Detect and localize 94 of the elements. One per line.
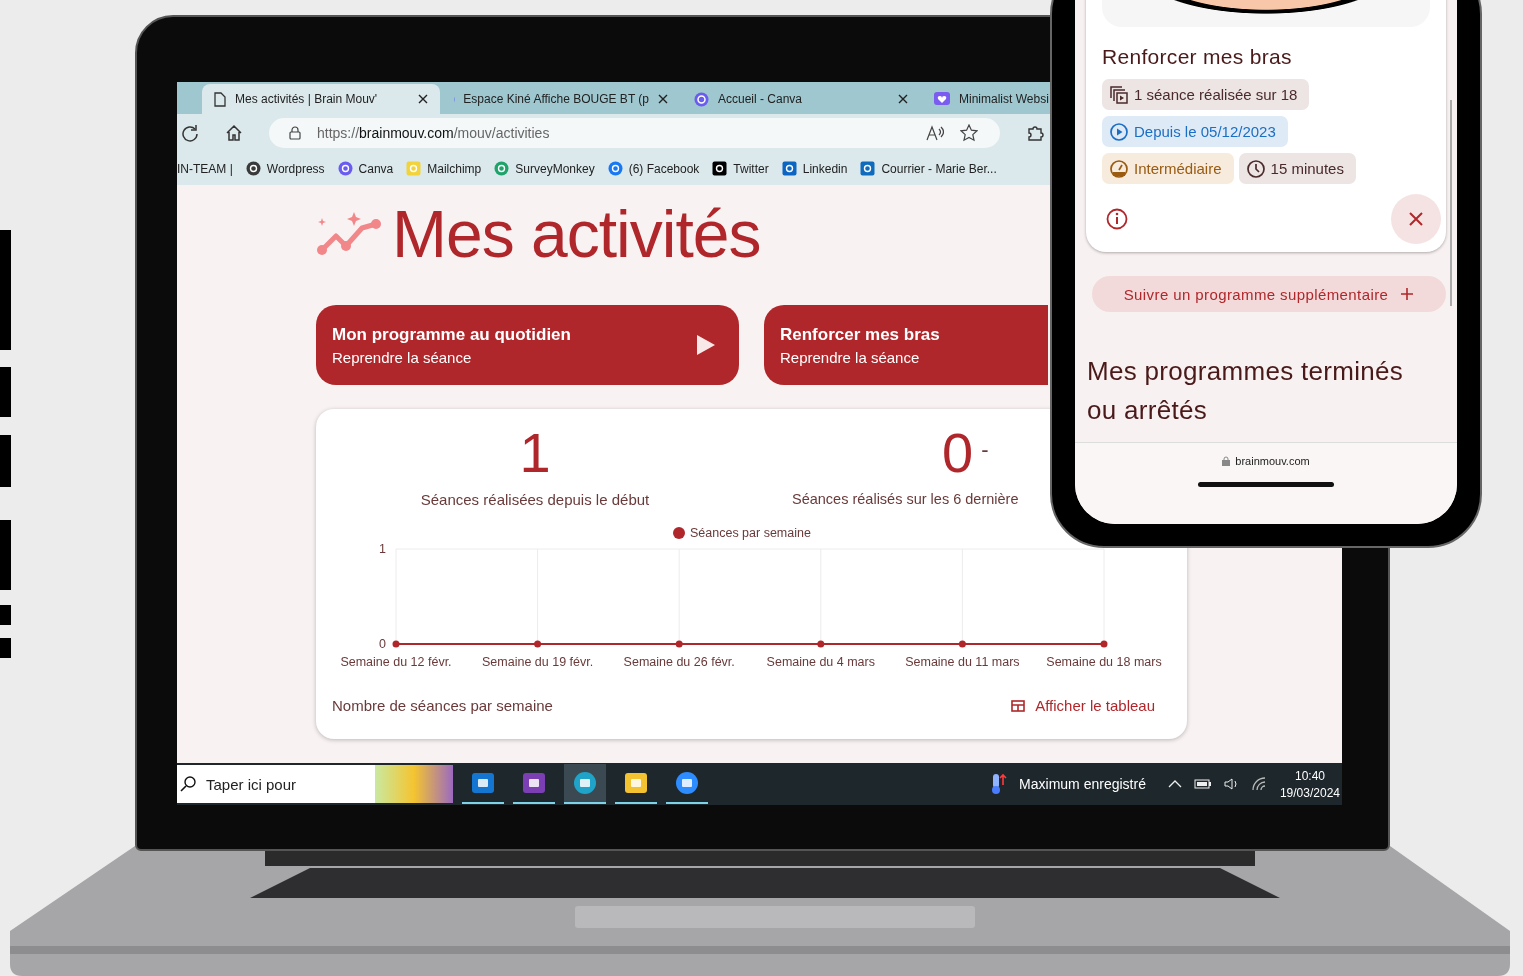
info-chip: Intermédiaire (1102, 153, 1234, 184)
bookmark-logo-icon (245, 161, 261, 176)
y-tick-label: 1 (379, 542, 386, 556)
bookmark-logo-icon (337, 161, 353, 176)
app-icon (573, 771, 597, 795)
page-title: Mes activités (392, 196, 761, 272)
table-icon (1011, 699, 1026, 712)
taskbar-app[interactable] (564, 764, 606, 804)
home-icon[interactable] (225, 124, 243, 142)
x-tick-label: Semaine du 12 févr. (340, 655, 452, 669)
info-chip: 1 séance réalisée sur 18 (1102, 79, 1310, 110)
stat-label: Séances réalisés sur les 6 dernière (792, 491, 1019, 507)
bookmark-logo-icon (494, 161, 510, 176)
speaker-icon[interactable] (1223, 777, 1240, 791)
clock-date: 19/03/2024 (1279, 785, 1340, 800)
x-tick-label: Semaine du 26 févr. (623, 655, 735, 669)
bookmark-logo-icon (781, 161, 797, 176)
browser-tab[interactable]: Mes activités | Brain Mouv' (202, 84, 440, 114)
gauge-icon (1110, 159, 1128, 178)
stat-suffix: - (981, 437, 989, 463)
close-icon (1408, 211, 1424, 227)
bookmark[interactable]: Linkedin (781, 161, 848, 176)
chevron-up-icon[interactable] (1167, 779, 1182, 789)
bookmark-logo-icon (607, 161, 623, 176)
x-tick-label: Semaine du 4 mars (766, 655, 875, 669)
taskbar-search-field[interactable]: Taper ici pour (177, 765, 453, 803)
close-button[interactable] (1391, 194, 1441, 244)
read-aloud-icon[interactable] (926, 125, 944, 141)
chart-legend: Séances par semaine (673, 526, 811, 540)
close-icon[interactable] (418, 94, 428, 104)
stat-value: 1 (519, 425, 551, 481)
app-icon (624, 771, 648, 795)
bookmark-logo-icon (860, 161, 876, 176)
data-point (675, 640, 683, 648)
bookmark[interactable]: Mailchimp (406, 161, 482, 176)
reload-icon[interactable] (181, 124, 199, 142)
browser-tab[interactable]: Espace Kiné Affiche BOUGE BT (p (442, 84, 680, 114)
chart-caption: Nombre de séances par semaine (332, 697, 553, 714)
data-point (534, 640, 542, 648)
browser-tab[interactable]: Minimalist Websi (922, 84, 1050, 114)
stacked-play-icon (1110, 85, 1128, 104)
url-text: brainmouv.com (1222, 455, 1310, 467)
bookmark-logo-icon (712, 161, 728, 176)
stat-value: 0 (942, 425, 974, 481)
weather-text: Maximum enregistré (1019, 776, 1146, 792)
x-tick-label: Semaine du 11 mars (905, 655, 1020, 669)
browser-tab[interactable]: Accueil - Canva (682, 84, 920, 114)
wifi-icon[interactable] (1251, 777, 1268, 791)
info-icon[interactable] (1106, 208, 1128, 230)
play-circle-icon (1110, 122, 1128, 141)
battery-icon[interactable] (1193, 778, 1212, 790)
info-chip: Depuis le 05/12/2023 (1102, 116, 1288, 147)
clock-icon (1246, 159, 1265, 178)
data-point (817, 640, 825, 648)
bookmark[interactable]: IN-TEAM | (177, 161, 233, 176)
bookmark[interactable]: (6) Facebook (607, 161, 700, 176)
url-text: https://brainmouv.com/mouv/activities (317, 125, 550, 141)
lock-icon (289, 126, 301, 140)
data-point (392, 640, 400, 648)
add-program-button[interactable]: Suivre un programme supplémentaire (1092, 276, 1446, 312)
resume-program-button[interactable]: Mon programme au quotidien Reprendre la séance (316, 305, 739, 385)
bookmark[interactable]: Courrier - Marie Ber... (860, 161, 997, 176)
lock-icon (1222, 456, 1231, 466)
app-icon (522, 771, 546, 795)
x-tick-label: Semaine du 18 mars (1046, 655, 1162, 669)
bookmark[interactable]: Twitter (712, 161, 769, 176)
bookmark[interactable]: Canva (337, 161, 394, 176)
info-chip: 15 minutes (1238, 153, 1356, 184)
bookmark[interactable]: Wordpress (245, 161, 325, 176)
y-tick-label: 0 (379, 637, 386, 651)
plus-icon (1400, 287, 1415, 301)
resume-program-button[interactable]: Renforcer mes bras Reprendre la séance (764, 305, 1048, 385)
x-tick-label: Semaine du 19 févr. (482, 655, 594, 669)
stat-label: Séances réalisées depuis le début (420, 491, 650, 508)
address-field[interactable]: https://brainmouv.com/mouv/activities (269, 118, 1000, 148)
close-icon[interactable] (898, 94, 908, 104)
app-icon (471, 771, 495, 795)
section-title: Mes programmes terminés ou arrêtés (1087, 355, 1405, 427)
app-icon (675, 771, 699, 795)
clock-time: 10:40 (1294, 768, 1325, 783)
data-point (1100, 640, 1108, 648)
star-icon[interactable] (960, 124, 978, 142)
show-table-link[interactable]: Afficher le tableau (1011, 697, 1155, 714)
bookmark-logo-icon (406, 161, 422, 176)
play-icon (697, 335, 715, 355)
data-point (958, 640, 966, 648)
thermometer-icon (989, 773, 1008, 795)
close-icon[interactable] (658, 94, 668, 104)
sparkle-chart-icon (316, 210, 382, 258)
program-title: Renforcer mes bras (1102, 45, 1293, 69)
puzzle-icon[interactable] (1026, 124, 1044, 142)
page-icon (214, 91, 226, 107)
bookmark[interactable]: SurveyMonkey (494, 161, 595, 176)
search-icon (180, 776, 196, 792)
